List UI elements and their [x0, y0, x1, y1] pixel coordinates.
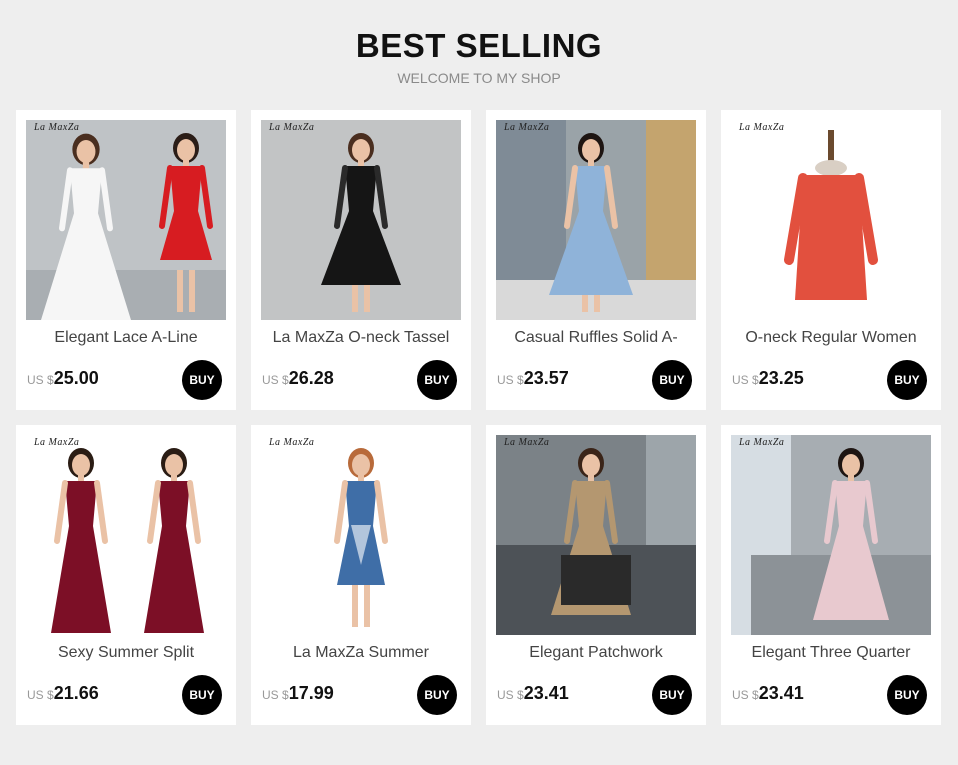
product-image[interactable]: La MaxZa — [496, 435, 696, 635]
price-value: 23.57 — [523, 368, 569, 388]
currency-label: US $ — [497, 688, 524, 702]
product-card[interactable]: La MaxZa O-neck Regular Women US $23.25 … — [721, 110, 941, 410]
price-value: 26.28 — [288, 368, 334, 388]
brand-watermark: La MaxZa — [34, 122, 80, 133]
product-card[interactable]: La MaxZa Sexy Summer Split US $21.66 BUY — [16, 425, 236, 725]
currency-label: US $ — [27, 688, 54, 702]
product-name[interactable]: La MaxZa O-neck Tassel — [251, 329, 471, 347]
price-value: 23.41 — [758, 683, 804, 703]
price-value: 21.66 — [53, 683, 99, 703]
product-name[interactable]: Casual Ruffles Solid A- — [486, 329, 706, 347]
product-image[interactable]: La MaxZa — [731, 120, 931, 320]
price-value: 25.00 — [53, 368, 99, 388]
product-card[interactable]: La MaxZa Elegant Three Quarter US $23.41… — [721, 425, 941, 725]
price-value: 23.41 — [523, 683, 569, 703]
currency-label: US $ — [732, 373, 759, 387]
price: US $21.66 — [27, 683, 99, 704]
brand-watermark: La MaxZa — [34, 437, 80, 448]
buy-button[interactable]: BUY — [652, 360, 692, 400]
brand-watermark: La MaxZa — [269, 437, 315, 448]
buy-button[interactable]: BUY — [417, 675, 457, 715]
product-image[interactable]: La MaxZa — [496, 120, 696, 320]
price: US $17.99 — [262, 683, 334, 704]
product-name[interactable]: Sexy Summer Split — [16, 644, 236, 662]
price-value: 17.99 — [288, 683, 334, 703]
currency-label: US $ — [497, 373, 524, 387]
product-image[interactable]: La MaxZa — [731, 435, 931, 635]
currency-label: US $ — [27, 373, 54, 387]
currency-label: US $ — [732, 688, 759, 702]
price: US $23.41 — [732, 683, 804, 704]
product-image[interactable]: La MaxZa — [261, 435, 461, 635]
brand-watermark: La MaxZa — [269, 122, 315, 133]
price: US $23.41 — [497, 683, 569, 704]
buy-button[interactable]: BUY — [887, 360, 927, 400]
product-grid: La MaxZa Elegant Lace A-Line US $25.00 B… — [16, 110, 941, 725]
buy-button[interactable]: BUY — [652, 675, 692, 715]
product-name[interactable]: O-neck Regular Women — [721, 329, 941, 347]
product-card[interactable]: La MaxZa La MaxZa Summer US $17.99 BUY — [251, 425, 471, 725]
product-card[interactable]: La MaxZa Casual Ruffles Solid A- US $23.… — [486, 110, 706, 410]
price-value: 23.25 — [758, 368, 804, 388]
page-subtitle: WELCOME TO MY SHOP — [397, 70, 561, 86]
brand-watermark: La MaxZa — [504, 122, 550, 133]
buy-button[interactable]: BUY — [182, 360, 222, 400]
price: US $25.00 — [27, 368, 99, 389]
product-name[interactable]: Elegant Patchwork — [486, 644, 706, 662]
brand-watermark: La MaxZa — [504, 437, 550, 448]
price: US $26.28 — [262, 368, 334, 389]
brand-watermark: La MaxZa — [739, 122, 785, 133]
product-image[interactable]: La MaxZa — [26, 120, 226, 320]
product-name[interactable]: Elegant Lace A-Line — [16, 329, 236, 347]
buy-button[interactable]: BUY — [417, 360, 457, 400]
product-image[interactable]: La MaxZa — [261, 120, 461, 320]
product-card[interactable]: La MaxZa La MaxZa O-neck Tassel US $26.2… — [251, 110, 471, 410]
product-name[interactable]: La MaxZa Summer — [251, 644, 471, 662]
currency-label: US $ — [262, 688, 289, 702]
brand-watermark: La MaxZa — [739, 437, 785, 448]
currency-label: US $ — [262, 373, 289, 387]
product-card[interactable]: La MaxZa Elegant Lace A-Line US $25.00 B… — [16, 110, 236, 410]
product-name[interactable]: Elegant Three Quarter — [721, 644, 941, 662]
buy-button[interactable]: BUY — [182, 675, 222, 715]
product-image[interactable]: La MaxZa — [26, 435, 226, 635]
product-card[interactable]: La MaxZa Elegant Patchwork US $23.41 BUY — [486, 425, 706, 725]
header: BEST SELLING WELCOME TO MY SHOP — [0, 26, 958, 87]
buy-button[interactable]: BUY — [887, 675, 927, 715]
price: US $23.25 — [732, 368, 804, 389]
page-title: BEST SELLING — [355, 27, 603, 64]
price: US $23.57 — [497, 368, 569, 389]
